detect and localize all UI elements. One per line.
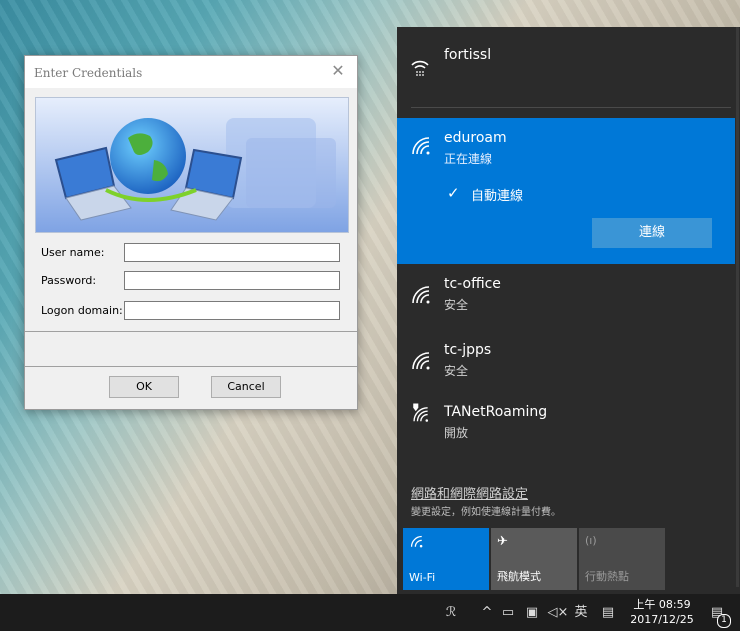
notification-badge: 1: [717, 614, 731, 628]
network-name: TANetRoaming: [444, 404, 548, 420]
logon-domain-label: Logon domain:: [41, 304, 123, 317]
checkmark-icon: ✓: [447, 184, 460, 202]
dialog-divider: [25, 331, 357, 332]
network-icon[interactable]: ▣: [522, 594, 542, 631]
cancel-button[interactable]: Cancel: [211, 376, 281, 398]
tile-label: 行動熱點: [585, 570, 629, 583]
tile-label: 飛航模式: [497, 570, 541, 583]
network-settings-description: 變更設定，例如使連線計量付費。: [411, 507, 561, 518]
network-item-fortissl[interactable]: fortissl: [397, 27, 735, 107]
taskbar: ℛ ^ ▭ ▣ ◁× 英 ▤ 上午 08:59 2017/12/25 ▤ 1: [0, 594, 740, 631]
airplane-mode-tile[interactable]: ✈ 飛航模式: [491, 528, 577, 590]
logon-domain-field[interactable]: [124, 301, 340, 320]
airplane-icon: ✈: [497, 534, 508, 549]
dialog-title: Enter Credentials: [34, 66, 143, 80]
hotspot-icon: (ı): [585, 534, 597, 547]
network-name: fortissl: [444, 47, 492, 63]
network-status: 開放: [444, 426, 469, 440]
network-item-tanetroaming[interactable]: TANetRoaming 開放: [397, 397, 735, 457]
credentials-dialog: Enter Credentials ✕ User name: Password:…: [24, 55, 358, 410]
wifi-open-icon: [413, 403, 429, 422]
wifi-icon: [412, 286, 430, 304]
wifi-secure-icon: [411, 60, 429, 76]
close-icon[interactable]: ✕: [327, 60, 349, 82]
flyout-scrollbar[interactable]: [736, 27, 739, 587]
network-name: eduroam: [444, 130, 507, 146]
network-banner-image: [35, 97, 349, 233]
password-field[interactable]: [124, 271, 340, 290]
clock-date: 2017/12/25: [630, 613, 694, 626]
tile-label: Wi-Fi: [409, 571, 436, 584]
ok-button[interactable]: OK: [109, 376, 179, 398]
volume-icon[interactable]: ◁×: [546, 594, 570, 631]
dialog-titlebar[interactable]: Enter Credentials ✕: [25, 56, 357, 88]
network-status: 安全: [444, 364, 469, 378]
connect-button[interactable]: 連線: [592, 218, 712, 248]
network-status: 安全: [444, 298, 469, 312]
password-label: Password:: [41, 274, 97, 287]
flyout-divider: [411, 107, 731, 108]
network-flyout: fortissl eduroam 正在連線 ✓ 自動連線 連線 tc-offic…: [397, 27, 740, 594]
username-field[interactable]: [124, 243, 340, 262]
clock-time: 上午 08:59: [633, 598, 691, 611]
ime-mode-indicator[interactable]: 英: [572, 594, 590, 631]
wifi-icon: [412, 137, 430, 155]
mobile-hotspot-tile[interactable]: (ı) 行動熱點: [579, 528, 665, 590]
clock[interactable]: 上午 08:59 2017/12/25: [627, 597, 697, 627]
battery-icon[interactable]: ▭: [498, 594, 518, 631]
wifi-icon: [412, 352, 430, 370]
chevron-up-icon[interactable]: ^: [478, 594, 496, 631]
network-settings-link[interactable]: 網路和網際網路設定: [411, 483, 528, 502]
network-status: 正在連線: [444, 152, 493, 166]
dialog-divider: [25, 366, 357, 367]
network-item-tc-office[interactable]: tc-office 安全: [397, 267, 735, 327]
auto-connect-checkbox[interactable]: 自動連線: [471, 185, 523, 204]
network-item-eduroam[interactable]: eduroam 正在連線 ✓ 自動連線 連線: [397, 118, 735, 264]
wifi-tile[interactable]: Wi-Fi: [403, 528, 489, 590]
network-name: tc-jpps: [444, 342, 492, 358]
network-item-tc-jpps[interactable]: tc-jpps 安全: [397, 333, 735, 393]
network-name: tc-office: [444, 276, 501, 292]
ime-icon[interactable]: ▤: [598, 594, 618, 631]
username-label: User name:: [41, 246, 105, 259]
wifi-icon: [409, 534, 423, 552]
people-icon[interactable]: ℛ: [441, 594, 461, 631]
